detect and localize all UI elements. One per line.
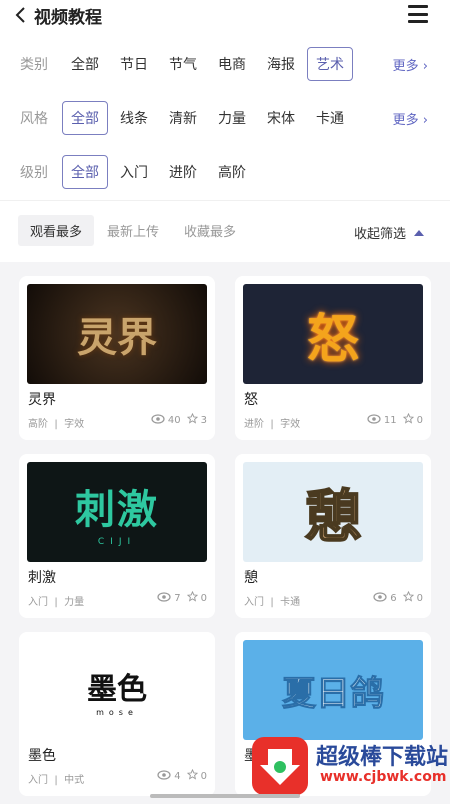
filter-row-level: 级别 全部 入门 进阶 高阶	[0, 154, 450, 190]
filter-label-level: 级别	[20, 165, 48, 181]
video-stats: 40 3	[151, 412, 207, 427]
video-meta: 进阶 | 字效	[244, 419, 301, 430]
eye-icon	[157, 769, 171, 783]
filter-option-style[interactable]: 清新	[160, 101, 206, 135]
video-meta: 入门 | 力量	[28, 597, 85, 608]
video-stats: 7 0	[157, 590, 207, 605]
filter-option-category[interactable]: 电商	[209, 47, 255, 81]
favorite-count: 0	[416, 414, 423, 426]
star-icon[interactable]	[402, 590, 414, 605]
filter-option-category[interactable]: 节气	[160, 47, 206, 81]
chevron-left-icon	[15, 7, 25, 23]
filter-option-category-selected[interactable]: 艺术	[307, 47, 353, 81]
star-icon[interactable]	[186, 412, 198, 427]
triangle-up-icon	[414, 229, 424, 236]
video-stats: 11 0	[367, 412, 423, 427]
more-categories-link[interactable]: 更多 ›	[393, 55, 428, 74]
video-title: 灵界	[28, 392, 56, 408]
filter-option-style[interactable]: 卡通	[307, 101, 353, 135]
star-icon[interactable]	[402, 412, 414, 427]
star-icon[interactable]	[186, 590, 198, 605]
filter-option-style[interactable]: 宋体	[258, 101, 304, 135]
filter-option-level-selected[interactable]: 全部	[62, 155, 108, 189]
eye-icon	[157, 591, 171, 605]
filter-row-style: 风格 全部 线条 清新 力量 宋体 卡通 更多 ›	[0, 100, 450, 136]
view-count: 6	[390, 592, 397, 604]
video-card[interactable]: 刺激 CIJI 刺激 入门 | 力量 7 0	[19, 454, 215, 618]
video-stats: 4 0	[157, 768, 207, 783]
video-meta: 入门 | 中式	[28, 775, 85, 786]
video-thumbnail[interactable]: 憩	[243, 462, 423, 562]
header-bar: 视频教程	[0, 0, 450, 30]
video-thumbnail[interactable]: 刺激 CIJI	[27, 462, 207, 562]
filter-label-category: 类别	[20, 57, 48, 73]
collapse-filters-label: 收起筛选	[353, 227, 406, 242]
favorite-count: 0	[200, 770, 207, 782]
favorite-count: 0	[200, 592, 207, 604]
filter-option-style[interactable]: 力量	[209, 101, 255, 135]
video-card[interactable]: 灵界 灵界 高阶 | 字效 40 3	[19, 276, 215, 440]
filter-option-style[interactable]: 线条	[111, 101, 157, 135]
video-stats: 6 0	[373, 590, 423, 605]
thumbnail-title: 墨色	[87, 671, 147, 707]
sort-most-viewed[interactable]: 观看最多	[18, 215, 95, 246]
video-title: 刺激	[28, 570, 56, 586]
thumbnail-title: 憩	[304, 483, 362, 551]
video-thumbnail[interactable]: 墨色 mose	[27, 640, 207, 740]
home-indicator	[150, 794, 300, 798]
sort-most-favorited[interactable]: 收藏最多	[172, 215, 248, 246]
filter-option-category[interactable]: 节日	[111, 47, 157, 81]
favorite-count: 0	[416, 592, 423, 604]
video-title: 怒	[244, 392, 258, 408]
filter-label-style: 风格	[20, 111, 48, 127]
video-thumbnail[interactable]: 怒	[243, 284, 423, 384]
watermark-url: www.cjbwk.com	[320, 769, 447, 785]
filter-option-category[interactable]: 全部	[62, 47, 108, 81]
thumbnail-subtitle: mose	[96, 707, 138, 717]
view-count: 4	[174, 770, 181, 782]
filter-row-category: 类别 全部 节日 节气 电商 海报 艺术 更多 ›	[0, 46, 450, 82]
favorite-count: 3	[200, 414, 207, 426]
more-styles-link[interactable]: 更多 ›	[393, 109, 428, 128]
collapse-filters-button[interactable]: 收起筛选	[354, 223, 424, 242]
filter-option-level[interactable]: 高阶	[209, 155, 255, 189]
video-title: 憩	[244, 570, 258, 586]
video-card[interactable]: 怒 怒 进阶 | 字效 11 0	[235, 276, 431, 440]
filter-option-category[interactable]: 海报	[258, 47, 304, 81]
filter-option-level[interactable]: 入门	[111, 155, 157, 189]
video-thumbnail[interactable]: 夏日鸽	[243, 640, 423, 740]
eye-icon	[373, 591, 387, 605]
view-count: 40	[167, 414, 181, 426]
thumbnail-title: 刺激	[75, 486, 159, 533]
thumbnail-subtitle: CIJI	[97, 537, 137, 547]
eye-icon	[367, 413, 381, 427]
sort-newest[interactable]: 最新上传	[95, 215, 171, 246]
video-thumbnail[interactable]: 灵界	[27, 284, 207, 384]
watermark-text: 超级棒下载站	[316, 745, 449, 770]
view-count: 11	[383, 414, 397, 426]
video-meta: 高阶 | 字效	[28, 419, 85, 430]
thumbnail-title: 怒	[306, 308, 359, 370]
star-icon[interactable]	[186, 768, 198, 783]
sort-bar: 观看最多 最新上传 收藏最多 收起筛选	[0, 200, 450, 260]
watermark-logo: 超级棒下载站 www.cjbwk.com	[250, 735, 450, 800]
video-card[interactable]: 憩 憩 入门 | 卡通 6 0	[235, 454, 431, 618]
eye-icon	[151, 413, 165, 427]
page-title: 视频教程	[34, 7, 102, 28]
video-meta: 入门 | 卡通	[244, 597, 301, 608]
thumbnail-title: 夏日鸽	[282, 673, 385, 714]
video-card[interactable]: 墨色 mose 墨色 入门 | 中式 4 0	[19, 632, 215, 796]
thumbnail-title: 灵界	[77, 314, 157, 361]
filter-option-style-selected[interactable]: 全部	[62, 101, 108, 135]
video-title: 墨色	[28, 748, 56, 764]
filter-option-level[interactable]: 进阶	[160, 155, 206, 189]
menu-icon[interactable]	[408, 5, 428, 23]
view-count: 7	[174, 592, 181, 604]
